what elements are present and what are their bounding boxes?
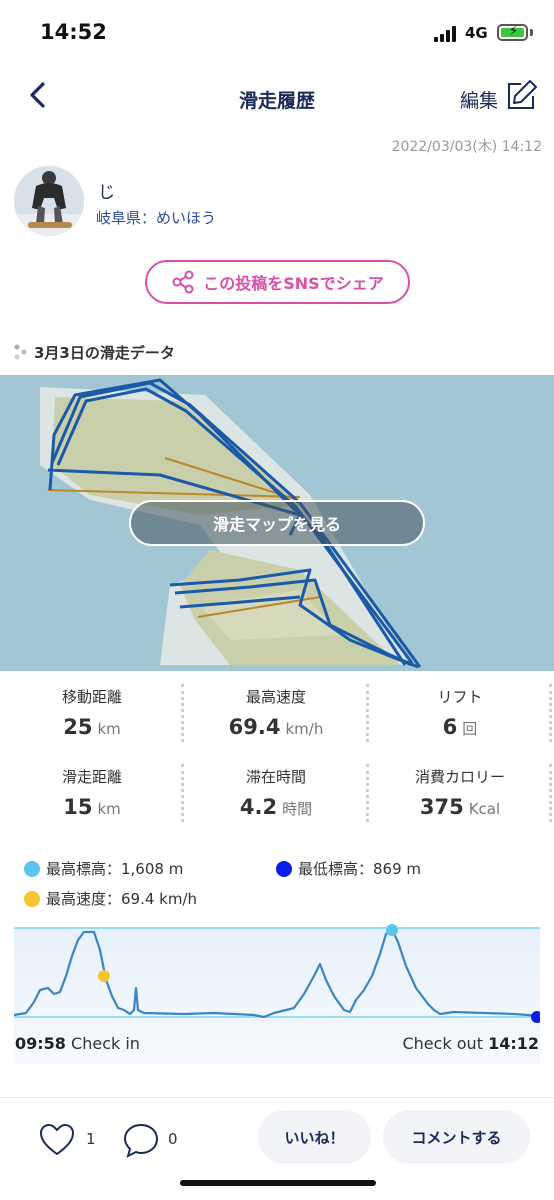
comment-count: 0 xyxy=(168,1130,178,1148)
edit-button[interactable]: 編集 xyxy=(460,86,498,113)
stat-label: 滞在時間 xyxy=(245,768,306,786)
user-location[interactable]: 岐阜県：めいほう xyxy=(96,207,216,228)
dots-icon xyxy=(14,344,27,360)
user-name: じ xyxy=(98,183,115,203)
divider xyxy=(549,684,552,742)
stat-value: 69.4 xyxy=(228,715,281,739)
view-map-button[interactable]: 滑走マップを見る xyxy=(129,500,425,546)
comment-bubble-icon[interactable] xyxy=(122,1121,160,1159)
stat-value: 6 xyxy=(442,715,458,739)
legend-max-speed: 最高速度：69.4 km/h xyxy=(24,888,197,909)
stat-unit: km xyxy=(97,720,121,738)
stat-unit: 時間 xyxy=(282,800,313,818)
avatar[interactable] xyxy=(14,166,84,236)
check-out-label: Check out xyxy=(402,1034,483,1053)
heart-icon[interactable] xyxy=(38,1121,76,1159)
stat-lift: リフト 6回 xyxy=(368,686,552,739)
stat-value: 4.2 xyxy=(239,795,278,819)
share-label: この投稿をSNSでシェア xyxy=(203,274,384,293)
check-out: Check out 14:12 xyxy=(402,1034,539,1053)
stat-unit: km/h xyxy=(285,720,324,738)
legend-min-altitude: 最低標高：869 m xyxy=(276,858,421,879)
legend-label: 最低標高：869 m xyxy=(298,860,422,878)
stat-stay-time: 滞在時間 4.2 時間 xyxy=(184,766,368,819)
stat-label: 消費カロリー xyxy=(414,768,505,786)
check-in: 09:58 Check in xyxy=(15,1034,140,1053)
network-label: 4G xyxy=(465,24,488,42)
stat-unit: 回 xyxy=(462,720,478,738)
stat-value: 25 xyxy=(63,715,93,739)
home-indicator xyxy=(180,1180,376,1186)
divider xyxy=(549,764,552,822)
check-in-label: Check in xyxy=(71,1034,140,1053)
battery-cap xyxy=(530,29,533,36)
stat-unit: km xyxy=(97,800,121,818)
comment-button[interactable]: コメントする xyxy=(383,1110,530,1164)
check-out-time: 14:12 xyxy=(488,1034,539,1053)
avatar-photo xyxy=(14,166,84,236)
stat-distance: 移動距離 25 km xyxy=(0,686,184,739)
check-in-time: 09:58 xyxy=(15,1034,66,1053)
stat-calories: 消費カロリー 375 Kcal xyxy=(368,766,552,819)
signal-icon xyxy=(434,26,456,42)
back-chevron-icon[interactable] xyxy=(24,80,54,110)
stat-unit: Kcal xyxy=(468,800,501,818)
status-time: 14:52 xyxy=(40,20,107,44)
stat-label: 滑走距離 xyxy=(61,768,122,786)
like-count: 1 xyxy=(86,1130,96,1148)
like-button[interactable]: いいね！ xyxy=(258,1110,371,1164)
section-title: 3月3日の滑走データ xyxy=(34,344,175,362)
stat-label: 最高速度 xyxy=(245,688,306,706)
stat-max-speed: 最高速度 69.4 km/h xyxy=(184,686,368,739)
battery-icon: ⚡ xyxy=(497,24,528,41)
stat-label: リフト xyxy=(437,688,483,706)
edit-pencil-icon[interactable] xyxy=(504,78,538,112)
share-icon xyxy=(172,270,194,294)
max-altitude-dot xyxy=(24,860,40,877)
share-sns-button[interactable]: この投稿をSNSでシェア xyxy=(145,260,410,304)
stat-value: 375 xyxy=(419,795,464,819)
max-speed-marker xyxy=(98,970,110,982)
legend-max-altitude: 最高標高：1,608 m xyxy=(24,858,183,879)
stat-ski-distance: 滑走距離 15 km xyxy=(0,766,184,819)
legend-label: 最高標高：1,608 m xyxy=(46,860,184,878)
post-date: 2022/03/03(木) 14:12 xyxy=(391,139,542,155)
max-speed-dot xyxy=(24,890,40,907)
legend-label: 最高速度：69.4 km/h xyxy=(46,890,198,908)
stat-value: 15 xyxy=(63,795,93,819)
max-altitude-marker xyxy=(386,924,398,936)
stat-label: 移動距離 xyxy=(61,688,122,706)
min-altitude-dot xyxy=(276,860,292,877)
